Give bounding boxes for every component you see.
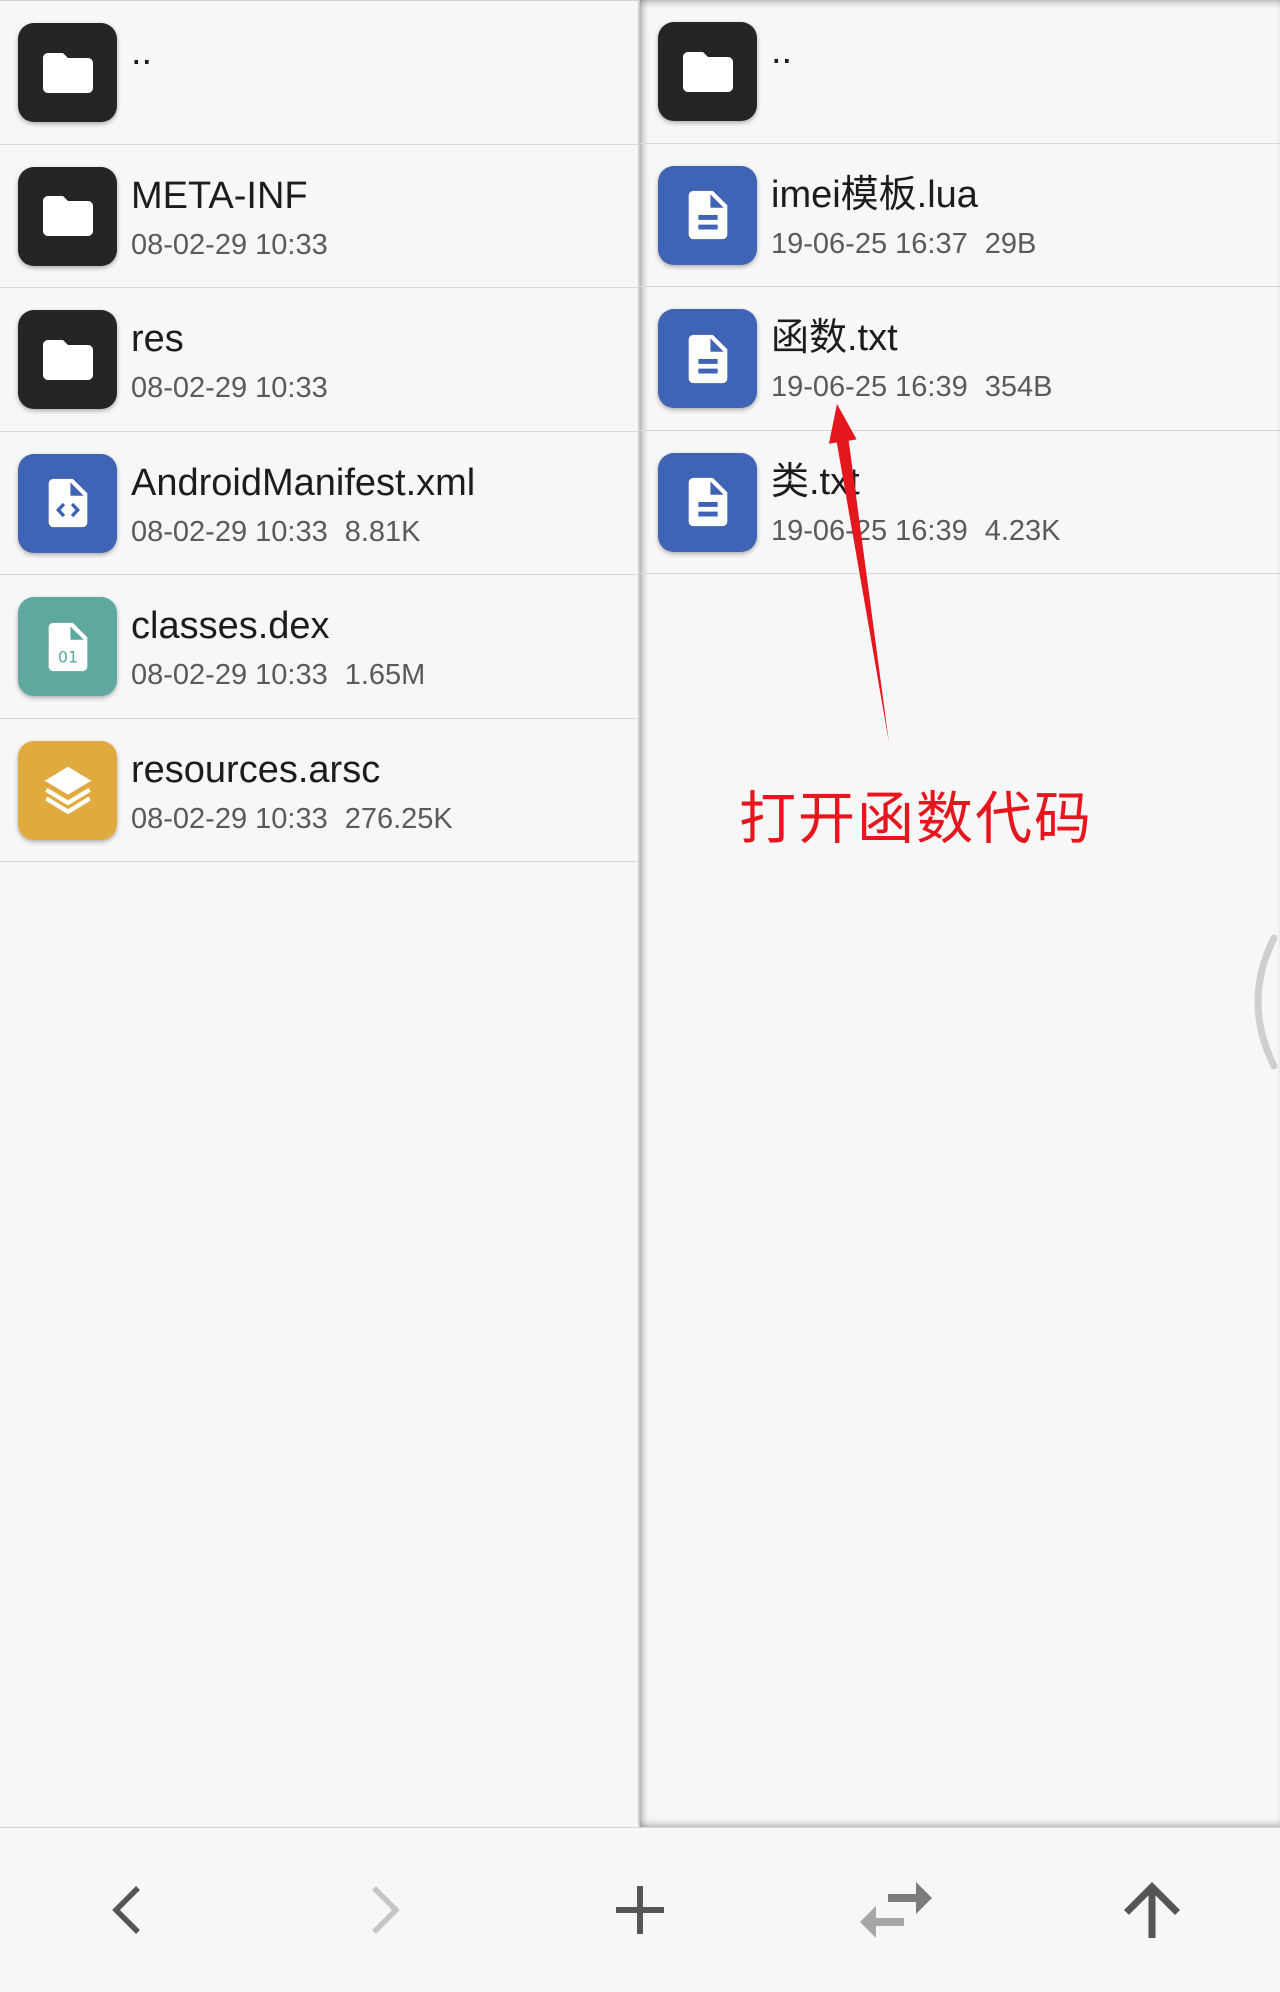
file-name: META-INF (131, 174, 308, 217)
file-name: 类.txt (771, 460, 860, 503)
edge-glow (1254, 934, 1278, 1070)
file-date: 08-02-29 10:33 (131, 515, 328, 548)
code-file-icon (18, 453, 117, 553)
folder-icon (18, 23, 117, 122)
file-name: resources.arsc (131, 748, 381, 791)
document-icon (658, 309, 757, 408)
binary-file-icon: 01 (18, 597, 117, 696)
swap-icon (860, 1882, 932, 1938)
file-date: 19-06-25 16:39 (771, 514, 968, 547)
file-meta: 19-06-25 16:39 354B (771, 367, 1052, 407)
file-meta: 08-02-29 10:33 (131, 225, 328, 265)
file-row[interactable]: AndroidManifest.xml 08-02-29 10:33 8.81K (0, 432, 638, 575)
file-row[interactable]: imei模板.lua 19-06-25 16:37 29B (640, 144, 1280, 287)
file-meta: 08-02-29 10:33 276.25K (131, 799, 453, 839)
left-pane: .. META-INF 08-02-29 10:33 res 08-02-29 … (0, 0, 640, 1827)
add-button[interactable] (512, 1828, 768, 1992)
file-row[interactable]: 类.txt 19-06-25 16:39 4.23K (640, 431, 1280, 574)
binary-file-icon-label: 01 (57, 647, 77, 666)
file-row[interactable]: META-INF 08-02-29 10:33 (0, 145, 638, 288)
file-date: 19-06-25 16:39 (771, 371, 968, 403)
parent-folder-button[interactable] (1024, 1828, 1280, 1992)
chevron-right-icon (372, 1886, 400, 1934)
file-meta: 19-06-25 16:39 4.23K (771, 511, 1061, 551)
file-row[interactable]: 01 classes.dex 08-02-29 10:33 1.65M (0, 575, 638, 719)
chevron-left-icon (112, 1886, 140, 1934)
file-name: .. (131, 31, 153, 73)
file-row[interactable]: res 08-02-29 10:33 (0, 288, 638, 432)
file-name: classes.dex (131, 605, 330, 647)
back-button[interactable] (0, 1828, 256, 1992)
file-row[interactable]: 函数.txt 19-06-25 16:39 354B (640, 287, 1280, 431)
annotation-text: 打开函数代码 (739, 786, 1093, 852)
document-icon (658, 165, 757, 265)
bottom-toolbar (0, 1827, 1280, 1992)
file-name: .. (771, 30, 793, 72)
file-size: 8.81K (344, 515, 421, 548)
file-meta: 19-06-25 16:37 29B (771, 224, 1036, 264)
file-size: 29B (984, 227, 1037, 260)
folder-icon (658, 22, 757, 121)
file-meta: 08-02-29 10:33 8.81K (131, 512, 421, 552)
file-row[interactable]: resources.arsc 08-02-29 10:33 276.25K (0, 719, 638, 862)
file-date: 19-06-25 16:37 (771, 227, 968, 260)
right-pane: .. imei模板.lua 19-06-25 16:37 29B 函数.txt 1… (640, 0, 1280, 1827)
file-name: 函数.txt (771, 317, 898, 359)
file-size: 276.25K (344, 802, 453, 835)
add-icon (616, 1886, 664, 1934)
file-date: 08-02-29 10:33 (131, 228, 328, 261)
file-date: 08-02-29 10:33 (131, 372, 328, 404)
file-size: 4.23K (984, 514, 1061, 547)
file-meta: 08-02-29 10:33 1.65M (131, 655, 425, 695)
document-icon (658, 452, 757, 552)
parent-dir-row[interactable]: .. (0, 1, 638, 145)
arrow-up-icon (1124, 1882, 1180, 1938)
file-meta: 08-02-29 10:33 (131, 368, 328, 408)
parent-dir-row[interactable]: .. (640, 0, 1280, 144)
folder-icon (18, 310, 117, 409)
file-name: res (131, 318, 184, 360)
forward-button[interactable] (256, 1828, 512, 1992)
layers-icon (18, 740, 117, 840)
file-size: 354B (984, 371, 1053, 403)
folder-icon (18, 166, 117, 266)
dual-pane-browser: .. META-INF 08-02-29 10:33 res 08-02-29 … (0, 0, 1280, 1827)
swap-panes-button[interactable] (768, 1828, 1024, 1992)
file-name: imei模板.lua (771, 173, 978, 216)
file-size: 1.65M (344, 659, 426, 691)
file-date: 08-02-29 10:33 (131, 802, 328, 835)
file-date: 08-02-29 10:33 (131, 659, 328, 691)
file-name: AndroidManifest.xml (131, 461, 476, 504)
